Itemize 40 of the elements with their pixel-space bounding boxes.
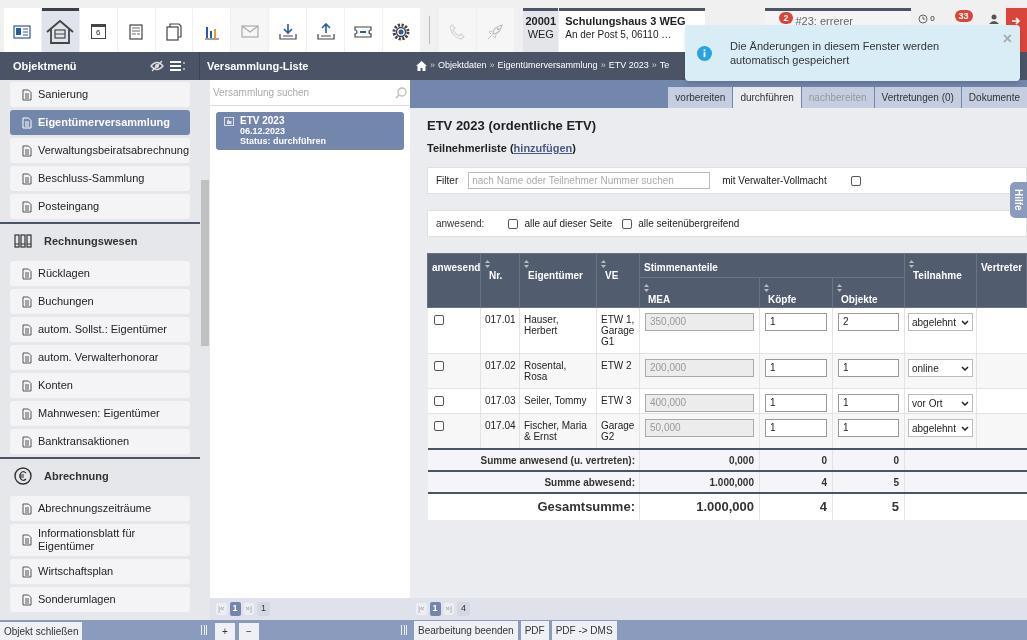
property-type: WEG	[527, 28, 554, 41]
total-value: 4	[759, 493, 833, 520]
table-cell: Seiler, Tommy	[519, 388, 597, 414]
table-cell: ETW 2	[596, 353, 640, 389]
checkbox-label: mit Verwalter-Vollmacht	[722, 174, 827, 188]
breadcrumb-separator: »	[430, 59, 435, 73]
filter-label: Filter	[436, 174, 459, 188]
breadcrumb-separator: »	[489, 59, 495, 73]
breadcrumb-separator: »	[651, 59, 657, 73]
table-cell: 017.02	[480, 353, 520, 389]
readonly-field: 350,000	[645, 313, 754, 331]
table-cell: 017.01	[480, 307, 520, 354]
table-cell: 017.03	[480, 388, 520, 414]
page-count: 4	[457, 602, 471, 616]
table-cell: ETW 3	[596, 388, 640, 414]
total-value: 5	[832, 493, 905, 520]
readonly-field: 200,000	[645, 359, 754, 377]
breadcrumb-separator: »	[600, 59, 606, 73]
total-label: Gesamtsumme:	[427, 493, 640, 520]
readonly-field: 400,000	[645, 394, 754, 412]
attendance-label: anwesend:	[436, 217, 485, 231]
notification-badge: 2	[779, 12, 793, 24]
property-address: An der Post 5, 06110 …	[565, 28, 673, 41]
notification-message: Die Änderungen in diesem Fenster werden automatisch gespeichert	[730, 39, 941, 67]
panel-title: Versammlung-Liste	[207, 59, 309, 72]
total-value: 1.000,000	[639, 493, 760, 520]
page-title: ETV 2023 (ordentliche ETV)	[427, 117, 598, 135]
message-badge: 33	[954, 10, 973, 22]
readonly-field: 50,000	[645, 419, 754, 437]
menu-title: Objektmenü	[13, 58, 77, 74]
table-cell: Hauser, Herbert	[519, 307, 597, 354]
timer-count: 0	[930, 14, 935, 24]
checkbox-label: alle seitenübergreifend	[638, 217, 740, 231]
page-count: 1	[257, 602, 271, 616]
table-cell: ETW 1, Garage G1	[596, 307, 640, 354]
property-name: Schulungshaus 3 WEG	[565, 15, 687, 28]
checkbox-label: alle auf dieser Seite	[524, 217, 613, 231]
property-number: 20001	[525, 15, 557, 28]
table-cell: Rosental, Rosa	[519, 353, 597, 389]
subtitle: Teilnehmerliste (hinzufügen)	[427, 142, 576, 154]
